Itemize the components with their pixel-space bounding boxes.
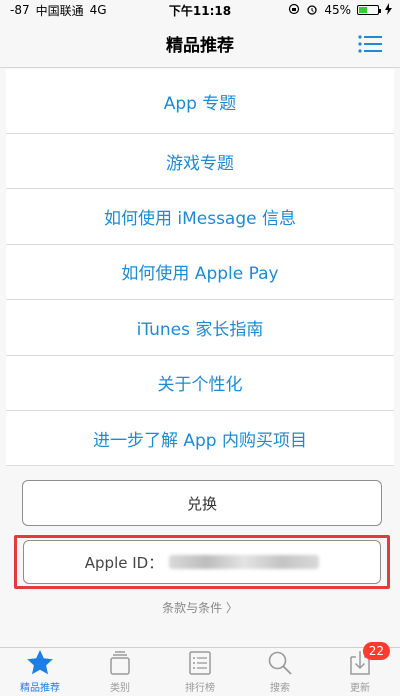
tab-bar: 精品推荐 类别 排行榜 搜索 22 更新 [0,642,400,696]
charging-icon [385,2,392,18]
link-imessage-howto[interactable]: 如何使用 iMessage 信息 [6,189,394,245]
page-title: 精品推荐 [166,36,234,56]
tab-label: 精品推荐 [20,683,60,694]
list-rank-icon [189,651,211,675]
battery-fill [359,7,368,13]
link-app-topics[interactable]: App 专题 [6,69,394,134]
link-list: App 专题 游戏专题 如何使用 iMessage 信息 如何使用 Apple … [0,69,400,467]
main-content: App 专题 游戏专题 如何使用 iMessage 信息 如何使用 Apple … [0,69,400,647]
alarm-icon [306,3,318,18]
battery-percent: 45% [324,3,351,17]
status-right: 45% [288,2,392,18]
updates-badge: 22 [362,642,390,660]
tab-updates[interactable]: 22 更新 [320,642,400,694]
tab-label: 排行榜 [185,683,215,694]
status-left: -87 中国联通 4G [10,2,107,19]
tab-search[interactable]: 搜索 [240,648,320,694]
status-time: 下午11:18 [168,3,232,18]
link-in-app-purchases[interactable]: 进一步了解 App 内购买项目 [6,410,394,467]
tab-featured[interactable]: 精品推荐 [0,648,80,694]
network-type: 4G [89,3,107,17]
apple-id-label: Apple ID： [84,553,164,572]
rotation-lock-icon [288,3,300,18]
tab-label: 类别 [110,683,130,694]
apple-id-highlight: Apple ID： [14,535,390,589]
terms-link[interactable]: 条款与条件 〉 [0,599,400,616]
tab-label: 搜索 [270,683,290,694]
tab-label: 更新 [350,683,370,694]
link-parents-guide[interactable]: iTunes 家长指南 [6,300,394,356]
categories-icon [110,651,130,675]
apple-id-button[interactable]: Apple ID： [23,540,381,584]
navigation-bar: 精品推荐 [0,20,400,68]
link-personalization[interactable]: 关于个性化 [6,355,394,411]
star-icon [27,650,53,675]
battery-icon [357,5,381,15]
link-game-topics[interactable]: 游戏专题 [6,134,394,190]
status-bar: -87 中国联通 4G 下午11:18 45% [0,0,400,20]
tab-categories[interactable]: 类别 [80,648,160,694]
signal-strength: -87 [10,3,30,17]
search-icon [268,651,292,675]
apple-id-value-redacted [169,555,320,569]
tab-charts[interactable]: 排行榜 [160,648,240,694]
link-applepay-howto[interactable]: 如何使用 Apple Pay [6,244,394,301]
list-icon[interactable] [358,34,382,54]
redeem-button[interactable]: 兑换 [22,480,382,526]
carrier-name: 中国联通 [35,3,84,18]
